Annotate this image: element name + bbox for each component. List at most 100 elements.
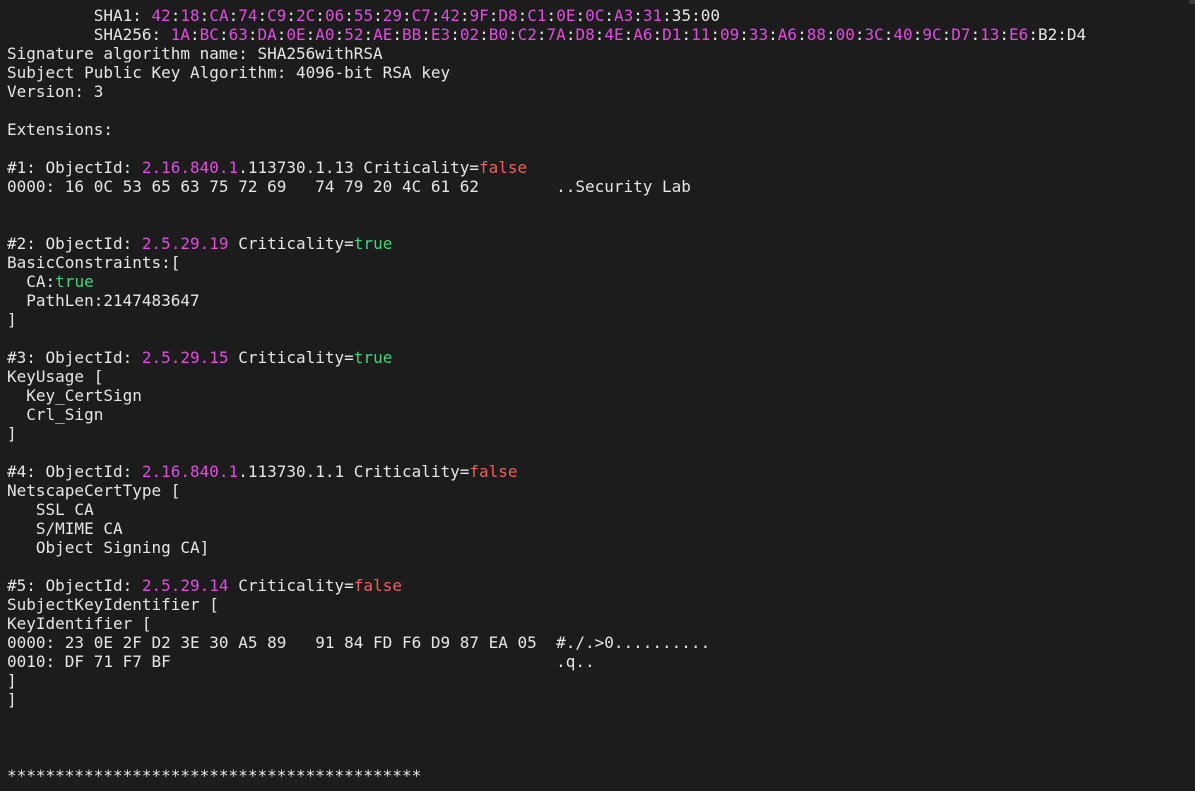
terminal-text-segment: :: [276, 25, 287, 44]
terminal-text-segment: S/MIME CA: [7, 519, 123, 538]
terminal-text-segment: true: [55, 272, 94, 291]
terminal-text-segment: :: [633, 6, 643, 25]
terminal-line: Subject Public Key Algorithm: 4096-bit R…: [7, 63, 1195, 82]
terminal-text-segment: SubjectKeyIdentifier [: [7, 595, 219, 614]
terminal-output[interactable]: SHA1: 42:18:CA:74:C9:2C:06:55:29:C7:42:9…: [0, 0, 1195, 791]
terminal-line: SHA256: 1A:BC:63:DA:0E:A0:52:AE:BB:E3:02…: [7, 25, 1195, 44]
terminal-text-segment: :: [912, 25, 923, 44]
terminal-line: NetscapeCertType [: [7, 481, 1195, 500]
terminal-line: ****************************************…: [7, 766, 1195, 785]
terminal-text-segment: 0E: [556, 6, 576, 25]
terminal-text-segment: A3: [614, 6, 634, 25]
terminal-text-segment: 88: [806, 25, 826, 44]
terminal-line: ​: [7, 443, 1195, 462]
terminal-text-segment: false: [469, 462, 518, 481]
terminal-text-segment: :: [623, 25, 634, 44]
terminal-text-segment: :: [488, 6, 499, 25]
terminal-text-segment: :: [344, 6, 354, 25]
terminal-text-segment: .113730.1.13 Criticality=: [238, 158, 480, 177]
terminal-text-segment: BC: [199, 25, 219, 44]
terminal-text-segment: 13: [980, 25, 1000, 44]
scrollbar-thumb[interactable]: [1189, 0, 1195, 4]
terminal-line: Key_CertSign: [7, 386, 1195, 405]
terminal-text-segment: 0000: 23 0E 2F D2 3E 30 A5 89 91 84 FD F…: [7, 633, 711, 652]
terminal-text-segment: :: [681, 25, 692, 44]
terminal-line: #3: ObjectId: 2.5.29.15 Criticality=true: [7, 348, 1195, 367]
terminal-text-segment: Version: 3: [7, 82, 104, 101]
terminal-text-segment: #1: ObjectId:: [7, 158, 142, 177]
terminal-line: BasicConstraints:[: [7, 253, 1195, 272]
terminal-text-segment: C7: [411, 6, 431, 25]
terminal-text-segment: 4E: [604, 25, 624, 44]
terminal-text-segment: BasicConstraints:[: [7, 253, 181, 272]
terminal-line: 0000: 23 0E 2F D2 3E 30 A5 89 91 84 FD F…: [7, 633, 1195, 652]
terminal-text-segment: 0000: 16 0C 53 65 63 75 72 69 74 79 20 4…: [7, 177, 691, 196]
terminal-text-segment: C2: [517, 25, 537, 44]
terminal-text-segment: D1: [662, 25, 682, 44]
terminal-text-segment: 42: [440, 6, 460, 25]
terminal-text-segment: B0: [488, 25, 508, 44]
terminal-line: S/MIME CA: [7, 519, 1195, 538]
terminal-text-segment: :: [941, 25, 952, 44]
terminal-line: ​: [7, 329, 1195, 348]
terminal-line: ​: [7, 728, 1195, 747]
terminal-line: SubjectKeyIdentifier [: [7, 595, 1195, 614]
terminal-text-segment: :: [739, 25, 749, 44]
terminal-text-segment: :: [768, 25, 778, 44]
terminal-text-segment: :: [286, 6, 297, 25]
terminal-text-segment: :: [450, 25, 460, 44]
terminal-text-segment: E6: [1009, 25, 1029, 44]
terminal-text-segment: :: [604, 6, 614, 25]
terminal-line: KeyUsage [: [7, 367, 1195, 386]
terminal-line: #2: ObjectId: 2.5.29.19 Criticality=true: [7, 234, 1195, 253]
terminal-text-segment: 06: [324, 6, 345, 25]
terminal-text-segment: C1: [527, 6, 547, 25]
terminal-text-segment: BB: [402, 25, 422, 44]
terminal-line: ​: [7, 709, 1195, 728]
terminal-text-segment: CA: [209, 6, 229, 25]
terminal-line: ​: [7, 215, 1195, 234]
terminal-text-segment: :: [883, 25, 894, 44]
terminal-text-segment: 00: [835, 25, 855, 44]
terminal-text-segment: SHA1:: [7, 6, 152, 25]
terminal-text-segment: :: [854, 25, 865, 44]
terminal-text-segment: ]: [7, 671, 17, 690]
terminal-text-segment: D8: [498, 6, 518, 25]
terminal-text-segment: 63: [228, 25, 248, 44]
terminal-text-segment: 55: [353, 6, 374, 25]
terminal-text-segment: Key_CertSign: [7, 386, 142, 405]
terminal-line: Object Signing CA]: [7, 538, 1195, 557]
terminal-line: #1: ObjectId: 2.16.840.1.113730.1.13 Cri…: [7, 158, 1195, 177]
terminal-text-segment: #2: ObjectId:: [7, 234, 142, 253]
terminal-text-segment: 2.5.29.14: [141, 576, 229, 595]
terminal-line: ]: [7, 671, 1195, 690]
terminal-text-segment: 31: [642, 6, 663, 25]
terminal-text-segment: ]: [7, 690, 17, 709]
terminal-line: Crl_Sign: [7, 405, 1195, 424]
terminal-text-segment: DA: [257, 25, 277, 44]
terminal-text-segment: 2C: [296, 6, 316, 25]
terminal-text-segment: A6: [633, 25, 653, 44]
terminal-text-segment: D8: [575, 25, 595, 44]
terminal-text-segment: :: [825, 25, 836, 44]
terminal-text-segment: :: [170, 6, 181, 25]
terminal-text-segment: 42: [151, 6, 171, 25]
terminal-text-segment: 09: [719, 25, 740, 44]
terminal-text-segment: 74: [238, 6, 258, 25]
terminal-line: ​: [7, 101, 1195, 120]
terminal-text-segment: :: [421, 25, 431, 44]
terminal-text-segment: #5: ObjectId:: [7, 576, 142, 595]
terminal-text-segment: Criticality=: [228, 234, 354, 253]
terminal-text-segment: ****************************************…: [7, 766, 422, 785]
terminal-line: 0010: DF 71 F7 BF .q..: [7, 652, 1195, 671]
terminal-text-segment: :: [508, 25, 518, 44]
terminal-line: ]: [7, 310, 1195, 329]
terminal-text-segment: :: [190, 25, 200, 44]
terminal-text-segment: #4: ObjectId:: [7, 462, 142, 481]
terminal-text-segment: A6: [777, 25, 798, 44]
terminal-text-segment: :: [430, 6, 441, 25]
terminal-text-segment: 1A: [170, 25, 191, 44]
terminal-text-segment: 0E: [286, 25, 306, 44]
terminal-text-segment: SSL CA: [7, 500, 94, 519]
terminal-line: CA:true: [7, 272, 1195, 291]
